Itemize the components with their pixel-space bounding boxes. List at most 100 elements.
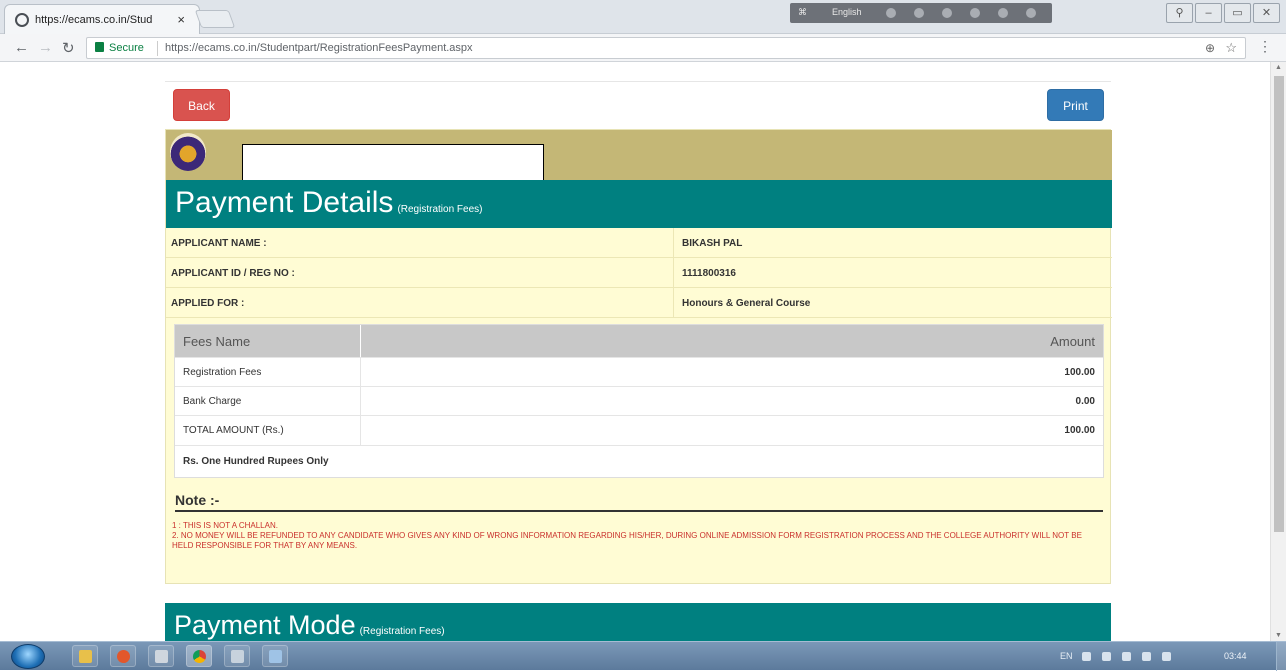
payment-panel: Payment Details (Registration Fees) APPLI… xyxy=(165,129,1112,584)
user-profile-icon[interactable]: ⚲ xyxy=(1166,3,1193,23)
scroll-up-icon[interactable]: ▲ xyxy=(1275,64,1282,71)
window-close-icon[interactable]: ✕ xyxy=(1253,3,1280,23)
row-divider xyxy=(673,258,674,288)
fee-amount: 0.00 xyxy=(1075,396,1095,407)
tray-arrow-icon[interactable] xyxy=(1082,652,1091,661)
tray-monitor-icon[interactable] xyxy=(1142,652,1151,661)
minimize-icon[interactable]: – xyxy=(1195,3,1222,23)
scroll-down-icon[interactable]: ▼ xyxy=(1275,632,1282,639)
college-logo-icon xyxy=(170,133,206,171)
payment-mode-title: Payment Mode xyxy=(174,610,356,640)
loading-favicon-icon xyxy=(15,13,29,27)
tray-language[interactable]: EN xyxy=(1060,651,1073,661)
folder-icon xyxy=(79,650,92,663)
payment-details-subtitle: (Registration Fees) xyxy=(397,204,483,215)
info-label: APPLICANT NAME : xyxy=(171,238,267,249)
print-button[interactable]: Print xyxy=(1047,89,1104,121)
fee-name: Bank Charge xyxy=(183,396,242,407)
show-desktop-button[interactable] xyxy=(1276,642,1286,671)
firefox-icon xyxy=(117,650,130,663)
info-label: APPLIED FOR : xyxy=(171,298,245,309)
amount-header: Amount xyxy=(1050,334,1095,349)
windows-taskbar: EN 03:44 xyxy=(0,641,1286,671)
payment-details-header: Payment Details (Registration Fees) xyxy=(166,180,1112,228)
chrome-icon xyxy=(193,650,206,663)
row-divider xyxy=(360,416,361,445)
table-row: Registration Fees 100.00 xyxy=(175,357,1103,387)
info-value: BIKASH PAL xyxy=(682,238,743,249)
note-list: 1 : THIS IS NOT A CHALLAN. 2. NO MONEY W… xyxy=(172,521,1102,551)
language-bar[interactable]: ⌘ English xyxy=(790,3,1052,23)
browser-tab[interactable]: https://ecams.co.in/Stud × xyxy=(4,4,200,34)
row-divider xyxy=(360,358,361,387)
table-row: TOTAL AMOUNT (Rs.) 100.00 xyxy=(175,415,1103,445)
chrome-menu-icon[interactable]: ⋮ xyxy=(1258,38,1272,55)
back-button[interactable]: Back xyxy=(173,89,230,121)
fee-amount: 100.00 xyxy=(1064,367,1095,378)
redacted-college-name xyxy=(242,144,544,182)
explorer-taskbar-button[interactable] xyxy=(72,645,98,667)
row-divider xyxy=(673,288,674,318)
page-viewport: Back Print Payment Details (Registration … xyxy=(0,62,1270,641)
tray-network-icon[interactable] xyxy=(1122,652,1131,661)
back-arrow-icon[interactable]: ← xyxy=(14,39,29,56)
fees-table: Fees Name Amount Registration Fees 100.0… xyxy=(174,324,1104,478)
omnibox-divider xyxy=(157,41,158,56)
info-label: APPLICANT ID / REG NO : xyxy=(171,268,295,279)
zoom-icon[interactable]: ⊕ xyxy=(1205,41,1215,55)
taskbar-clock[interactable]: 03:44 xyxy=(1224,651,1247,661)
secure-label: Secure xyxy=(109,42,144,54)
fee-name: Registration Fees xyxy=(183,367,262,378)
amount-in-words: Rs. One Hundred Rupees Only xyxy=(175,445,1103,478)
window-controls: ⚲ – ▭ ✕ xyxy=(1166,3,1280,23)
ime-power-icon[interactable] xyxy=(1026,8,1036,18)
ime-refresh-icon[interactable] xyxy=(970,8,980,18)
applied-for-row: APPLIED FOR : Honours & General Course xyxy=(166,288,1112,318)
paint-taskbar-button[interactable] xyxy=(262,645,288,667)
paint-icon xyxy=(269,650,282,663)
row-divider xyxy=(673,228,674,258)
ime-settings-icon[interactable] xyxy=(942,8,952,18)
payment-details-title: Payment Details xyxy=(175,186,394,219)
info-value: Honours & General Course xyxy=(682,298,811,309)
ime-mic-icon[interactable] xyxy=(914,8,924,18)
maximize-icon[interactable]: ▭ xyxy=(1224,3,1251,23)
new-tab-button[interactable] xyxy=(194,10,236,28)
url-text[interactable]: https://ecams.co.in/Studentpart/Registra… xyxy=(165,42,473,54)
browser-tab-strip: https://ecams.co.in/Stud × ⌘ English ⚲ –… xyxy=(0,0,1286,34)
note-item: 2. NO MONEY WILL BE REFUNDED TO ANY CAND… xyxy=(172,531,1082,550)
ime-logo-icon: ⌘ xyxy=(798,7,807,17)
note-title: Note :- xyxy=(175,492,1103,512)
forward-arrow-icon[interactable]: → xyxy=(38,39,53,56)
calculator-icon xyxy=(155,650,168,663)
tray-volume-icon[interactable] xyxy=(1162,652,1171,661)
bookmark-star-icon[interactable]: ☆ xyxy=(1225,40,1237,56)
top-divider xyxy=(165,81,1111,82)
fees-name-header: Fees Name xyxy=(183,334,251,349)
tray-flag-icon[interactable] xyxy=(1102,652,1111,661)
table-row: Bank Charge 0.00 xyxy=(175,386,1103,416)
vertical-scrollbar[interactable]: ▲ ▼ xyxy=(1270,62,1286,641)
ime-language-label: English xyxy=(832,7,862,17)
ime-help-icon[interactable] xyxy=(998,8,1008,18)
ime-minus-icon[interactable] xyxy=(886,8,896,18)
reload-icon[interactable]: ↻ xyxy=(62,39,75,57)
chrome-taskbar-button[interactable] xyxy=(186,645,212,667)
start-button[interactable] xyxy=(11,644,45,669)
window-icon xyxy=(231,650,244,663)
row-divider xyxy=(360,387,361,416)
calculator-taskbar-button[interactable] xyxy=(148,645,174,667)
lock-icon xyxy=(95,42,104,52)
header-divider xyxy=(360,325,361,357)
fees-table-header: Fees Name Amount xyxy=(175,325,1103,357)
fee-amount: 100.00 xyxy=(1064,425,1095,436)
firefox-taskbar-button[interactable] xyxy=(110,645,136,667)
window-taskbar-button[interactable] xyxy=(224,645,250,667)
payment-mode-subtitle: (Registration Fees) xyxy=(359,626,445,637)
applicant-id-row: APPLICANT ID / REG NO : 1111800316 xyxy=(166,258,1112,288)
tab-close-icon[interactable]: × xyxy=(177,12,185,27)
address-bar[interactable]: Secure https://ecams.co.in/Studentpart/R… xyxy=(86,37,1246,59)
scrollbar-thumb[interactable] xyxy=(1274,76,1284,532)
note-item: 1 : THIS IS NOT A CHALLAN. xyxy=(172,521,278,530)
tab-title: https://ecams.co.in/Stud xyxy=(35,14,153,26)
